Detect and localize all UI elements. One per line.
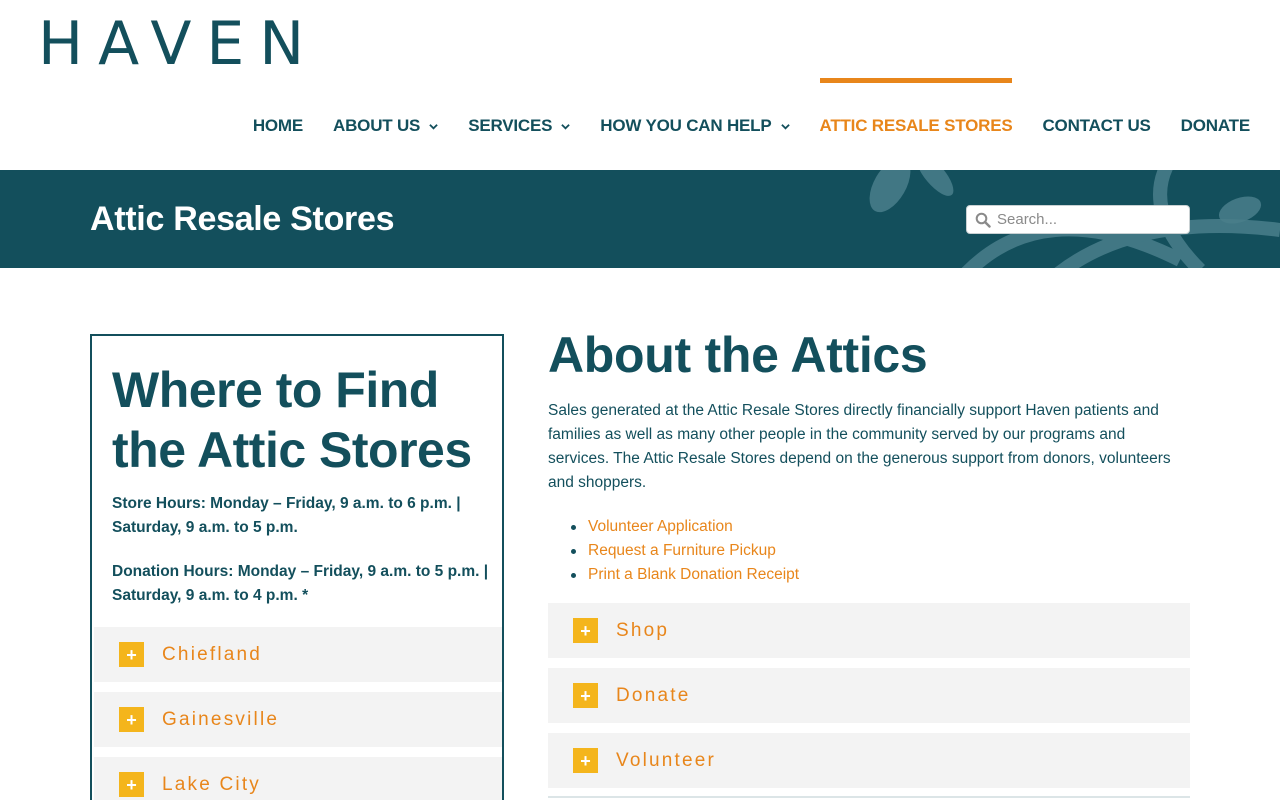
haven-logo[interactable]: HAVEN — [38, 14, 319, 74]
chevron-down-icon — [780, 123, 790, 130]
list-item: Volunteer Application — [548, 515, 799, 539]
nav-about-us[interactable]: ABOUT US — [318, 78, 453, 174]
location-label: Lake City — [162, 773, 262, 795]
store-hours: Store Hours: Monday – Friday, 9 a.m. to … — [112, 495, 461, 536]
location-label: Gainesville — [162, 708, 280, 730]
card-title: Where to Find the Attic Stores — [112, 362, 472, 478]
nav-donate[interactable]: DONATE — [1166, 78, 1251, 174]
store-locations-card: Where to Find the Attic Stores Store Hou… — [90, 334, 504, 800]
about-heading: About the Attics — [548, 327, 928, 383]
plus-icon: + — [573, 683, 598, 708]
nav-services-label: SERVICES — [468, 116, 553, 135]
list-item: Request a Furniture Pickup — [548, 539, 799, 563]
accordion-label: Volunteer — [616, 749, 717, 771]
site-header: HAVEN HOME ABOUT US SERVICES HOW YOU CAN… — [0, 0, 1280, 170]
location-label: Chiefland — [162, 643, 263, 665]
nav-attic-resale-stores-label: ATTIC RESALE STORES — [819, 116, 1013, 135]
donation-hours: Donation Hours: Monday – Friday, 9 a.m. … — [112, 563, 489, 604]
search-icon — [975, 212, 991, 228]
nav-home-label: HOME — [252, 116, 304, 135]
about-paragraph: Sales generated at the Attic Resale Stor… — [548, 402, 1171, 491]
location-lake-city[interactable]: + Lake City — [94, 757, 502, 800]
plus-icon: + — [119, 772, 144, 797]
accordion-volunteer[interactable]: + Volunteer — [548, 733, 1190, 788]
nav-how-you-can-help[interactable]: HOW YOU CAN HELP — [585, 78, 804, 174]
location-chiefland[interactable]: + Chiefland — [94, 627, 502, 682]
nav-about-us-label: ABOUT US — [333, 116, 421, 135]
page-title: Attic Resale Stores — [90, 200, 395, 238]
search-input[interactable] — [997, 211, 1177, 228]
accordion-donate[interactable]: + Donate — [548, 668, 1190, 723]
nav-contact-us[interactable]: CONTACT US — [1027, 78, 1165, 174]
quick-links: Volunteer Application Request a Furnitur… — [548, 515, 799, 587]
nav-contact-us-label: CONTACT US — [1042, 116, 1151, 135]
main-nav: HOME ABOUT US SERVICES HOW YOU CAN HELP … — [238, 78, 1250, 170]
plus-icon: + — [119, 707, 144, 732]
plus-icon: + — [573, 748, 598, 773]
list-item: Print a Blank Donation Receipt — [548, 563, 799, 587]
furniture-pickup-link[interactable]: Request a Furniture Pickup — [588, 542, 776, 559]
accordion-label: Donate — [616, 684, 691, 706]
nav-how-you-can-help-label: HOW YOU CAN HELP — [600, 116, 772, 135]
nav-attic-resale-stores[interactable]: ATTIC RESALE STORES — [805, 78, 1028, 174]
search-box[interactable] — [966, 205, 1190, 234]
chevron-down-icon — [561, 123, 571, 130]
divider — [548, 796, 1190, 798]
plus-icon: + — [119, 642, 144, 667]
nav-home[interactable]: HOME — [238, 78, 318, 174]
plus-icon: + — [573, 618, 598, 643]
accordion-label: Shop — [616, 619, 670, 641]
chevron-down-icon — [429, 123, 438, 130]
location-gainesville[interactable]: + Gainesville — [94, 692, 502, 747]
page-banner: Attic Resale Stores — [0, 170, 1280, 268]
nav-services[interactable]: SERVICES — [453, 78, 585, 174]
donation-receipt-link[interactable]: Print a Blank Donation Receipt — [588, 566, 799, 583]
nav-donate-label: DONATE — [1180, 116, 1251, 135]
accordion-shop[interactable]: + Shop — [548, 603, 1190, 658]
volunteer-application-link[interactable]: Volunteer Application — [588, 518, 733, 535]
